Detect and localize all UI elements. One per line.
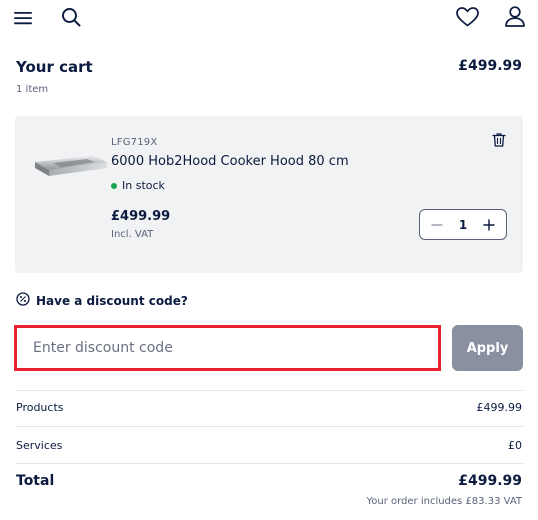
heart-icon[interactable] [455, 6, 479, 28]
percent-badge-icon [16, 291, 30, 310]
quantity-stepper: 1 [419, 209, 507, 240]
apply-discount-button[interactable]: Apply [452, 325, 523, 371]
quantity-value[interactable]: 1 [459, 218, 467, 232]
item-vat-note: Incl. VAT [111, 229, 154, 240]
divider [15, 390, 523, 391]
total-label: Total [16, 473, 55, 489]
cart-item-card: LFG719X 6000 Hob2Hood Cooker Hood 80 cm … [15, 116, 523, 273]
plus-icon[interactable] [482, 218, 496, 232]
divider [15, 463, 523, 464]
services-value: £0 [508, 439, 522, 452]
product-sku: LFG719X [111, 137, 158, 148]
minus-icon[interactable] [430, 218, 444, 232]
user-icon[interactable] [503, 4, 527, 28]
products-label: Products [16, 401, 64, 414]
in-stock-indicator-icon [111, 182, 117, 189]
cart-title: Your cart [16, 58, 93, 76]
cart-item-count: 1 item [16, 84, 49, 95]
discount-input-highlight [14, 325, 441, 371]
product-name[interactable]: 6000 Hob2Hood Cooker Hood 80 cm [111, 154, 349, 169]
item-price: £499.99 [111, 209, 171, 224]
products-value: £499.99 [476, 401, 523, 414]
stock-status-label: In stock [122, 179, 165, 192]
discount-heading: Have a discount code? [36, 293, 188, 308]
services-label: Services [16, 439, 63, 452]
divider [15, 426, 523, 427]
hamburger-menu-icon[interactable] [12, 8, 34, 28]
cart-header-total: £499.99 [458, 58, 522, 74]
search-icon[interactable] [60, 6, 82, 28]
total-value: £499.99 [458, 473, 522, 489]
order-vat-note: Your order includes £83.33 VAT [366, 496, 522, 507]
trash-icon[interactable] [491, 132, 507, 148]
product-thumbnail[interactable] [31, 140, 111, 190]
discount-heading-row: Have a discount code? [16, 291, 188, 310]
discount-code-input[interactable] [17, 328, 438, 368]
top-bar [0, 0, 538, 40]
stock-status: In stock [111, 179, 165, 192]
